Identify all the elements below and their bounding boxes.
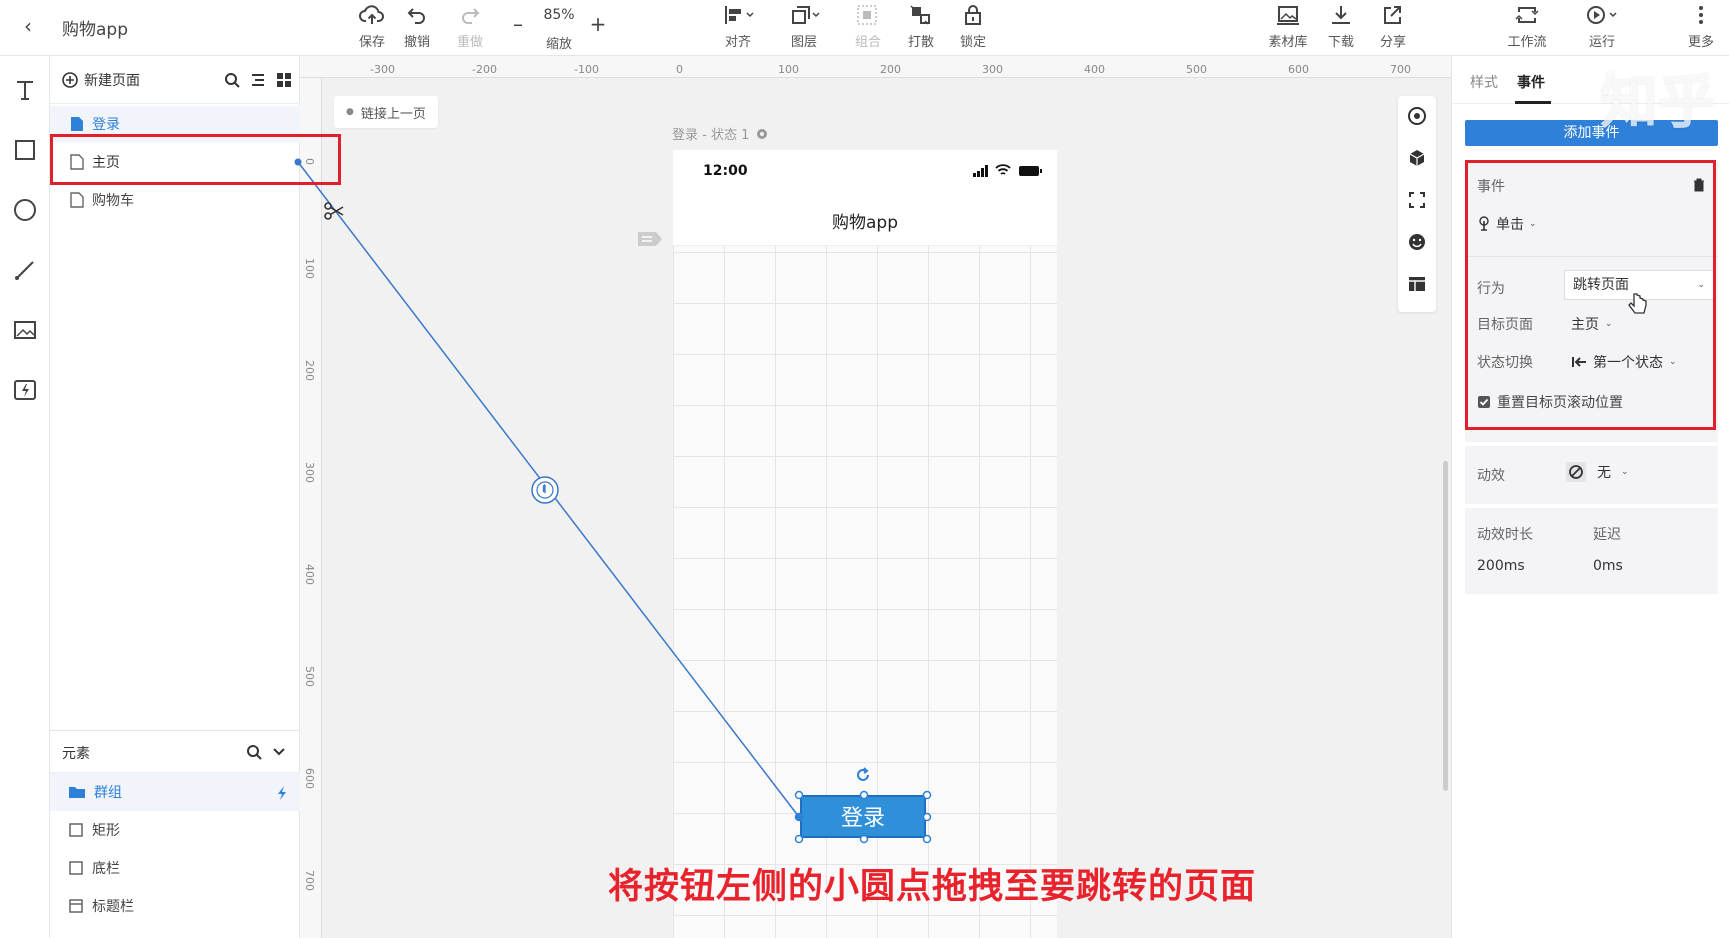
highlight-home-page [50,134,341,185]
delay-label: 延迟 [1593,527,1621,543]
highlight-event-config [1465,160,1716,430]
animation-label: 动效 [1477,468,1505,484]
animation-timing-box: 动效时长 延迟 200ms 0ms [1465,508,1718,594]
target-icon[interactable] [1407,106,1427,126]
duration-label: 动效时长 [1477,527,1533,543]
app-window: ‹ 购物app 保存 撤销 重做 – 85% 缩放 + 对齐 图层 组合 打散 … [0,0,1729,938]
tab-style[interactable]: 样式 [1470,72,1498,92]
canvas-float-toolbar [1398,96,1436,312]
chevron-down-icon: ⌄ [1621,467,1629,477]
scissors-icon[interactable] [323,200,345,222]
watermark: 知乎 [1600,68,1717,136]
delay-value[interactable]: 0ms [1593,558,1623,574]
animation-select[interactable]: 无 ⌄ [1565,461,1629,483]
cube-icon[interactable] [1407,148,1427,168]
no-animation-icon [1566,462,1586,482]
smiley-icon[interactable] [1407,232,1427,252]
layout-table-icon[interactable] [1407,274,1427,294]
tab-indicator [1515,101,1551,104]
animation-value: 无 [1597,465,1611,481]
animation-box: 动效 无 ⌄ [1465,446,1718,504]
duration-value[interactable]: 200ms [1477,558,1525,574]
rotate-icon[interactable] [853,765,873,785]
fit-screen-icon[interactable] [1407,190,1427,210]
tutorial-caption: 将按钮左侧的小圆点拖拽至要跳转的页面 [608,867,1257,907]
tab-event[interactable]: 事件 [1517,72,1545,92]
